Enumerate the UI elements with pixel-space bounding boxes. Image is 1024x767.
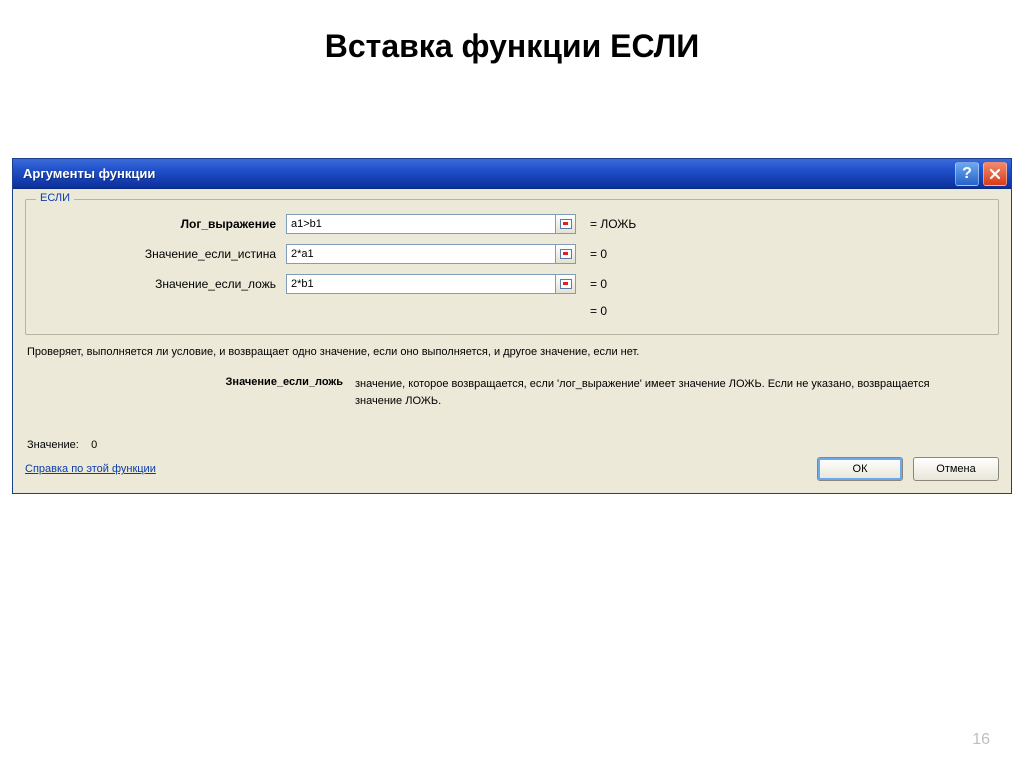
arguments-fieldset: ЕСЛИ Лог_выражение = ЛОЖЬ Значение_если_… — [25, 199, 999, 335]
arg-label-iftrue: Значение_если_истина — [36, 247, 286, 261]
value-label: Значение: — [27, 439, 79, 451]
arg-explain-label: Значение_если_ложь — [25, 376, 355, 409]
arg-label-iffalse: Значение_если_ложь — [36, 277, 286, 291]
dialog-footer: Справка по этой функции ОК Отмена — [25, 457, 999, 481]
help-icon[interactable]: ? — [955, 162, 979, 186]
collapse-dialog-icon[interactable] — [556, 244, 576, 264]
page-number: 16 — [972, 731, 990, 749]
overall-result: = 0 — [576, 304, 607, 318]
cancel-button[interactable]: Отмена — [913, 457, 999, 481]
arg-result: = ЛОЖЬ — [576, 217, 636, 231]
arg-row: Значение_если_истина = 0 — [36, 242, 988, 266]
formula-result-line: Значение: 0 — [27, 439, 997, 451]
collapse-dialog-icon[interactable] — [556, 274, 576, 294]
close-icon[interactable] — [983, 162, 1007, 186]
arg-row: Лог_выражение = ЛОЖЬ — [36, 212, 988, 236]
arg-row: Значение_если_ложь = 0 — [36, 272, 988, 296]
arg-result: = 0 — [576, 277, 607, 291]
function-arguments-dialog: Аргументы функции ? ЕСЛИ Лог_выражение =… — [12, 158, 1012, 494]
arg-input-logical[interactable] — [286, 214, 556, 234]
function-description: Проверяет, выполняется ли условие, и воз… — [27, 345, 997, 360]
slide-title: Вставка функции ЕСЛИ — [0, 0, 1024, 77]
titlebar-text: Аргументы функции — [23, 166, 951, 181]
argument-explanation: Значение_если_ложь значение, которое воз… — [25, 376, 999, 409]
overall-result-row: = 0 — [36, 302, 988, 320]
arg-input-iffalse[interactable] — [286, 274, 556, 294]
collapse-dialog-icon[interactable] — [556, 214, 576, 234]
arg-input-iftrue[interactable] — [286, 244, 556, 264]
dialog-body: ЕСЛИ Лог_выражение = ЛОЖЬ Значение_если_… — [13, 189, 1011, 493]
value-result: 0 — [91, 439, 97, 451]
titlebar[interactable]: Аргументы функции ? — [13, 159, 1011, 189]
function-name-legend: ЕСЛИ — [36, 192, 74, 204]
ok-button[interactable]: ОК — [817, 457, 903, 481]
arg-explain-text: значение, которое возвращается, если 'ло… — [355, 376, 999, 409]
help-link[interactable]: Справка по этой функции — [25, 463, 156, 475]
arg-result: = 0 — [576, 247, 607, 261]
arg-label-logical: Лог_выражение — [36, 217, 286, 231]
